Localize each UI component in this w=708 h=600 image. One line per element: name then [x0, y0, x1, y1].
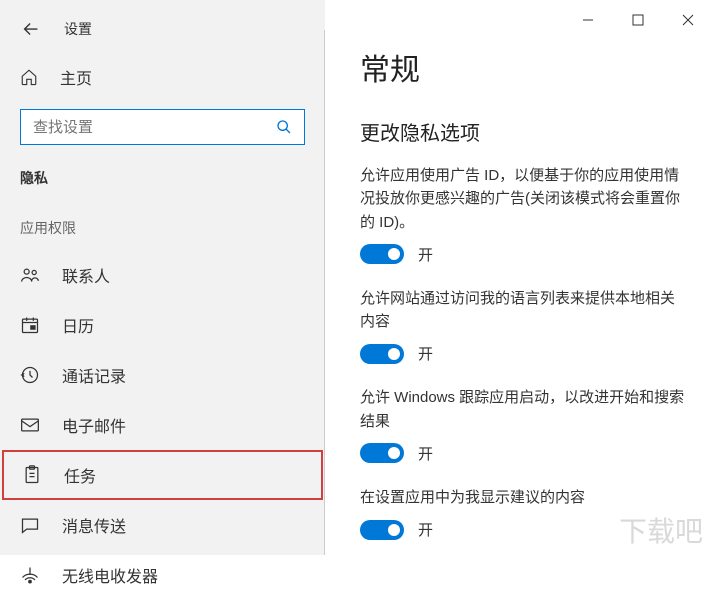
category-label: 隐私	[0, 163, 325, 213]
sidebar-item-label: 消息传送	[62, 513, 126, 537]
home-icon	[20, 68, 38, 86]
home-label: 主页	[60, 65, 92, 89]
sidebar-item-radio[interactable]: 无线电收发器	[0, 550, 325, 600]
toggle-state: 开	[418, 443, 433, 464]
toggle-ad-id[interactable]	[360, 244, 404, 264]
sidebar-item-label: 联系人	[62, 263, 110, 287]
setting-description: 允许网站通过访问我的语言列表来提供本地相关内容	[360, 287, 688, 334]
window-controls	[568, 5, 708, 35]
sidebar-item-call-history[interactable]: 通话记录	[0, 350, 325, 400]
toggle-row: 开	[360, 443, 688, 464]
section-heading: 更改隐私选项	[360, 117, 688, 146]
titlebar: 设置	[0, 0, 325, 55]
sidebar-item-label: 日历	[62, 313, 94, 337]
search-input[interactable]	[33, 119, 276, 136]
home-button[interactable]: 主页	[0, 55, 325, 109]
sidebar-item-contacts[interactable]: 联系人	[0, 250, 325, 300]
back-button[interactable]	[20, 18, 42, 40]
search-box[interactable]	[20, 109, 305, 145]
toggle-row: 开	[360, 519, 688, 540]
email-icon	[20, 415, 40, 435]
setting-description: 允许应用使用广告 ID，以便基于你的应用使用情况投放你更感兴趣的广告(关闭该模式…	[360, 164, 688, 234]
toggle-row: 开	[360, 343, 688, 364]
search-icon	[276, 119, 292, 135]
setting-description: 允许 Windows 跟踪应用启动，以改进开始和搜索结果	[360, 386, 688, 433]
page-heading: 常规	[360, 45, 688, 89]
tasks-icon	[22, 465, 42, 485]
calendar-icon	[20, 315, 40, 335]
toggle-state: 开	[418, 519, 433, 540]
sidebar-item-label: 无线电收发器	[62, 563, 158, 587]
minimize-button[interactable]	[578, 10, 598, 30]
section-header: 应用权限	[0, 213, 325, 250]
sidebar-item-label: 任务	[64, 463, 96, 487]
maximize-button[interactable]	[628, 10, 648, 30]
radio-icon	[20, 565, 40, 585]
sidebar-item-tasks[interactable]: 任务	[2, 450, 323, 500]
toggle-app-launch[interactable]	[360, 443, 404, 463]
contacts-icon	[20, 265, 40, 285]
main-content: 常规 更改隐私选项 允许应用使用广告 ID，以便基于你的应用使用情况投放你更感兴…	[325, 0, 708, 555]
sidebar-item-label: 通话记录	[62, 363, 126, 387]
toggle-language-list[interactable]	[360, 344, 404, 364]
setting-description: 在设置应用中为我显示建议的内容	[360, 486, 688, 509]
toggle-state: 开	[418, 343, 433, 364]
sidebar: 设置 主页 隐私 应用权限 联系人 日历 通话记录	[0, 0, 325, 555]
sidebar-item-messaging[interactable]: 消息传送	[0, 500, 325, 550]
sidebar-item-calendar[interactable]: 日历	[0, 300, 325, 350]
sidebar-item-email[interactable]: 电子邮件	[0, 400, 325, 450]
messaging-icon	[20, 515, 40, 535]
toggle-row: 开	[360, 244, 688, 265]
close-button[interactable]	[678, 10, 698, 30]
history-icon	[20, 365, 40, 385]
toggle-suggestions[interactable]	[360, 520, 404, 540]
sidebar-item-label: 电子邮件	[62, 413, 126, 437]
toggle-state: 开	[418, 244, 433, 265]
app-title: 设置	[64, 19, 92, 39]
